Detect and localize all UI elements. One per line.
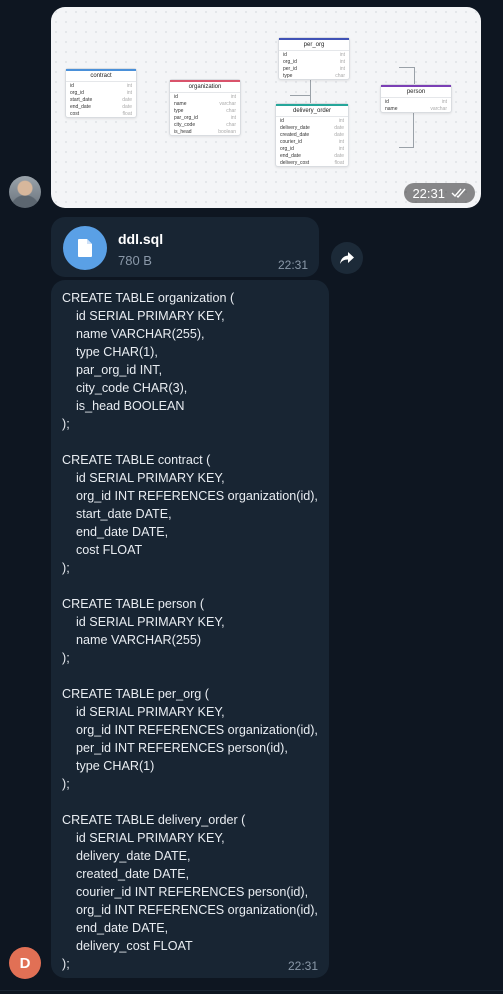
column-name: delivery_date [280, 124, 310, 131]
column-name: per_id [283, 65, 297, 72]
column-type: char [226, 107, 236, 114]
diagram-table-title: contract [66, 69, 136, 82]
file-icon[interactable] [63, 226, 107, 270]
column-name: type [283, 72, 293, 79]
column-name: id [280, 117, 284, 124]
column-type: int [126, 89, 132, 96]
file-timestamp: 22:31 [277, 258, 308, 272]
column-type: char [335, 72, 345, 79]
column-type: int [339, 51, 345, 58]
column-name: type [174, 107, 184, 114]
column-type: char [226, 121, 236, 128]
column-type: int [338, 138, 344, 145]
column-name: id [70, 82, 74, 89]
column-name: id [174, 93, 178, 100]
column-name: id [385, 98, 389, 105]
column-type: int [230, 93, 236, 100]
diagram-table: contract id int org_id int start_date date … [65, 68, 137, 118]
column-type: int [230, 114, 236, 121]
diagram-table-title: person [381, 85, 451, 98]
column-type: int [339, 65, 345, 72]
column-name: org_id [70, 89, 84, 96]
column-type: float [334, 159, 344, 166]
column-name: org_id [280, 145, 294, 152]
column-type: int [338, 117, 344, 124]
file-message[interactable]: ddl.sql 780 B 22:31 [51, 217, 319, 277]
column-type: int [441, 98, 447, 105]
column-type: date [122, 96, 132, 103]
diagram-table: per_org id int org_id int per_id int type ch… [278, 37, 350, 80]
column-name: is_head [174, 128, 192, 135]
column-type: float [122, 110, 132, 117]
file-name[interactable]: ddl.sql [118, 231, 163, 247]
image-timestamp: 22:31 [404, 183, 475, 203]
column-type: date [334, 152, 344, 159]
column-name: end_date [70, 103, 91, 110]
avatar-photo[interactable] [9, 176, 41, 208]
file-size: 780 B [118, 253, 152, 268]
diagram-table: delivery_order id int delivery_date date c… [275, 103, 349, 167]
avatar[interactable]: D [9, 947, 41, 979]
column-type: int [339, 58, 345, 65]
column-type: boolean [218, 128, 236, 135]
column-type: int [126, 82, 132, 89]
column-type: varchar [219, 100, 236, 107]
column-name: delivery_cost [280, 159, 310, 166]
image-message[interactable]: contract id int org_id int start_date date … [51, 7, 481, 208]
column-type: varchar [430, 105, 447, 112]
share-icon [340, 252, 354, 264]
column-name: created_date [280, 131, 310, 138]
message-timestamp: 22:31 [287, 959, 318, 973]
column-type: date [334, 124, 344, 131]
share-button[interactable] [331, 242, 363, 274]
column-name: id [283, 51, 287, 58]
image-time-label: 22:31 [412, 185, 445, 201]
text-message[interactable]: CREATE TABLE organization ( id SERIAL PR… [51, 280, 329, 978]
column-name: name [174, 100, 187, 107]
diagram-table-title: delivery_order [276, 104, 348, 117]
column-name: end_date [280, 152, 301, 159]
message-text: CREATE TABLE organization ( id SERIAL PR… [62, 291, 318, 971]
column-name: courier_id [280, 138, 302, 145]
column-name: city_code [174, 121, 196, 128]
column-name: start_date [70, 96, 93, 103]
diagram-table-title: per_org [279, 38, 349, 51]
diagram-table-title: organization [170, 80, 240, 93]
divider [0, 990, 503, 991]
column-type: date [334, 131, 344, 138]
diagram-table: person id int name varchar [380, 84, 452, 113]
diagram-table: organization id int name varchar type char … [169, 79, 241, 136]
column-type: int [338, 145, 344, 152]
double-check-icon [451, 186, 467, 201]
column-type: date [122, 103, 132, 110]
column-name: par_org_id [174, 114, 198, 121]
column-name: org_id [283, 58, 297, 65]
column-name: cost [70, 110, 80, 117]
column-name: name [385, 105, 398, 112]
